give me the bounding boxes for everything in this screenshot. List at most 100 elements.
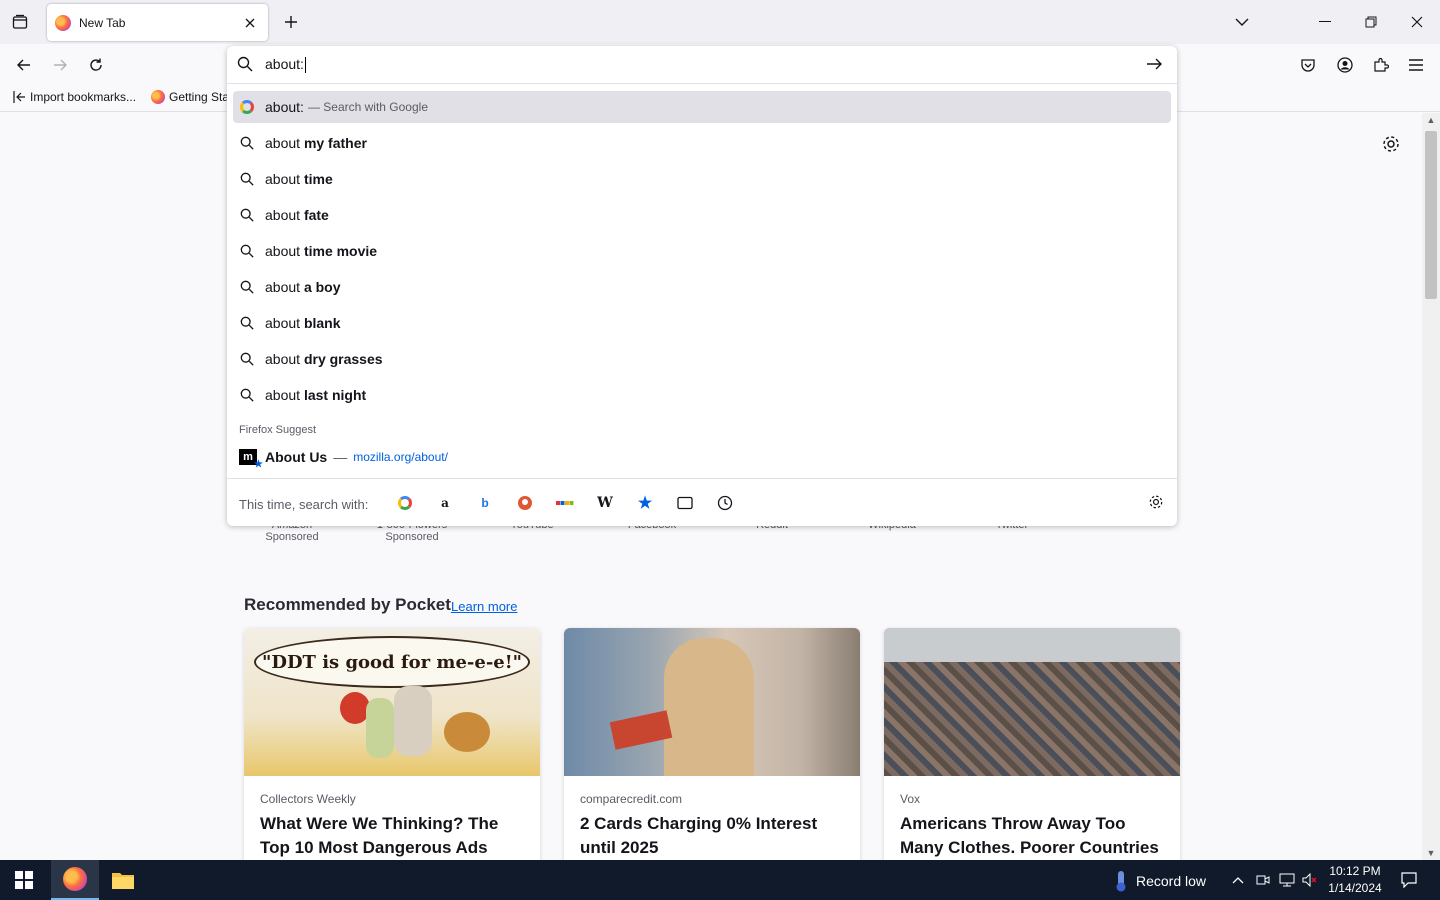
- ebay-icon[interactable]: [555, 493, 575, 513]
- search-settings-gear-icon[interactable]: [1147, 493, 1165, 511]
- potato-figure: [444, 712, 490, 752]
- pocket-card[interactable]: "DDT is good for me-e-e!" Collectors Wee…: [244, 628, 540, 860]
- bookmark-import[interactable]: Import bookmarks...: [12, 90, 136, 104]
- card-title: What Were We Thinking? The Top 10 Most D…: [260, 814, 499, 857]
- urlbar-input-value: about:: [265, 56, 304, 72]
- wikipedia-icon[interactable]: W: [595, 493, 615, 513]
- scroll-up-arrow-icon[interactable]: ▲: [1422, 113, 1440, 127]
- thermometer-icon: [1116, 871, 1126, 892]
- search-suggestion[interactable]: about blank: [233, 307, 1171, 339]
- import-icon: [13, 91, 25, 103]
- list-all-tabs-button[interactable]: [1228, 8, 1256, 36]
- restore-button[interactable]: [1348, 4, 1394, 40]
- pocket-button[interactable]: [1293, 50, 1323, 80]
- clock-time: 10:12 PM: [1329, 864, 1381, 878]
- firefox-view-icon: [12, 14, 28, 29]
- scroll-down-arrow-icon[interactable]: ▼: [1422, 846, 1440, 860]
- system-clock[interactable]: 10:12 PM 1/14/2024: [1322, 863, 1388, 897]
- tab-title: New Tab: [79, 15, 126, 30]
- suggestion-prefix: about: [265, 207, 301, 223]
- suggestion-completion: dry grasses: [303, 351, 383, 367]
- learn-more-link[interactable]: Learn more: [451, 599, 517, 614]
- urlbar-popup: about: about: — Search with Google about…: [227, 46, 1177, 526]
- figure-woman: [366, 698, 394, 758]
- card-image: "DDT is good for me-e-e!": [244, 628, 540, 776]
- bing-icon[interactable]: b: [475, 493, 495, 513]
- windows-logo-icon: [15, 871, 33, 889]
- notification-center-button[interactable]: [1400, 872, 1418, 888]
- close-icon: [245, 18, 255, 27]
- search-suggestion[interactable]: about last night: [233, 379, 1171, 411]
- cow-figure: [394, 686, 432, 756]
- heuristic-result[interactable]: about: — Search with Google: [233, 91, 1171, 123]
- search-suggestion[interactable]: about fate: [233, 199, 1171, 231]
- start-button[interactable]: [0, 860, 48, 900]
- volume-muted-icon[interactable]: [1302, 872, 1318, 888]
- scroll-thumb[interactable]: [1425, 131, 1437, 299]
- firefox-view-button[interactable]: [6, 8, 34, 36]
- mozilla-icon: m ★: [239, 449, 263, 470]
- tab-new-tab[interactable]: New Tab: [47, 4, 268, 41]
- person-photo: [664, 638, 754, 776]
- new-tab-button[interactable]: [278, 8, 304, 36]
- suggestion-completion: fate: [303, 207, 329, 223]
- suggestion-completion: last night: [303, 387, 367, 403]
- google-icon[interactable]: [395, 493, 415, 513]
- bookmark-getting-started[interactable]: Getting Sta: [151, 90, 229, 104]
- result-action: — Search with Google: [307, 100, 428, 114]
- history-clock-icon[interactable]: [715, 493, 735, 513]
- reload-button[interactable]: [81, 50, 111, 80]
- suggestion-prefix: about: [265, 315, 301, 331]
- minimize-icon: [1319, 21, 1331, 22]
- taskbar-firefox[interactable]: [51, 860, 99, 900]
- bookmarks-star-icon[interactable]: ★: [635, 493, 655, 513]
- search-suggestion[interactable]: about time: [233, 163, 1171, 195]
- app-menu-button[interactable]: [1401, 50, 1431, 80]
- pocket-card[interactable]: comparecredit.com 2 Cards Charging 0% In…: [564, 628, 860, 860]
- suggest-title: About Us: [265, 449, 328, 465]
- pocket-heading: Recommended by Pocket: [244, 595, 451, 614]
- tabs-icon[interactable]: [675, 493, 695, 513]
- personalize-settings-gear-icon[interactable]: [1380, 133, 1402, 155]
- meet-now-icon[interactable]: [1255, 872, 1271, 888]
- close-window-button[interactable]: [1394, 4, 1440, 40]
- google-icon: [239, 99, 255, 115]
- firefox-icon: [63, 867, 87, 891]
- search-icon: [239, 243, 255, 259]
- forward-arrow-icon: [54, 59, 67, 71]
- pocket-card[interactable]: Vox Americans Throw Away Too Many Clothe…: [884, 628, 1180, 860]
- page-scrollbar[interactable]: ▲ ▼: [1422, 113, 1440, 860]
- urlbar-input-row[interactable]: about:: [227, 46, 1177, 84]
- minimize-button[interactable]: [1302, 4, 1348, 40]
- puzzle-icon: [1374, 57, 1389, 72]
- weather-widget[interactable]: Record low: [1114, 870, 1206, 892]
- clock-date: 1/14/2024: [1328, 881, 1382, 895]
- close-tab-button[interactable]: [240, 13, 260, 33]
- firefox-suggest-result[interactable]: m ★ About Us — mozilla.org/about/: [239, 446, 448, 470]
- weather-text: Record low: [1136, 873, 1207, 889]
- amazon-icon[interactable]: a: [435, 493, 455, 513]
- taskbar-file-explorer[interactable]: [99, 860, 147, 900]
- search-suggestion[interactable]: about a boy: [233, 271, 1171, 303]
- search-suggestion[interactable]: about my father: [233, 127, 1171, 159]
- back-button[interactable]: [9, 50, 39, 80]
- restore-icon: [1365, 16, 1377, 28]
- bookmark-label: Getting Sta: [169, 90, 230, 104]
- extensions-button[interactable]: [1366, 50, 1396, 80]
- account-button[interactable]: [1330, 50, 1360, 80]
- card-image: [884, 628, 1180, 776]
- network-icon[interactable]: [1279, 872, 1295, 888]
- notification-icon: [1401, 872, 1417, 888]
- show-hidden-icons-button[interactable]: [1230, 872, 1246, 888]
- go-arrow-icon[interactable]: [1145, 55, 1163, 73]
- account-icon: [1337, 57, 1353, 73]
- urlbar-input[interactable]: about:: [265, 56, 306, 74]
- firefox-icon: [55, 14, 71, 31]
- search-suggestion[interactable]: about dry grasses: [233, 343, 1171, 375]
- search-suggestion[interactable]: about time movie: [233, 235, 1171, 267]
- bookmark-label: Import bookmarks...: [30, 90, 137, 104]
- duckduckgo-icon[interactable]: [515, 493, 535, 513]
- forward-button[interactable]: [45, 50, 75, 80]
- search-icon: [239, 315, 255, 331]
- ddt-ad-banner: "DDT is good for me-e-e!": [254, 636, 530, 688]
